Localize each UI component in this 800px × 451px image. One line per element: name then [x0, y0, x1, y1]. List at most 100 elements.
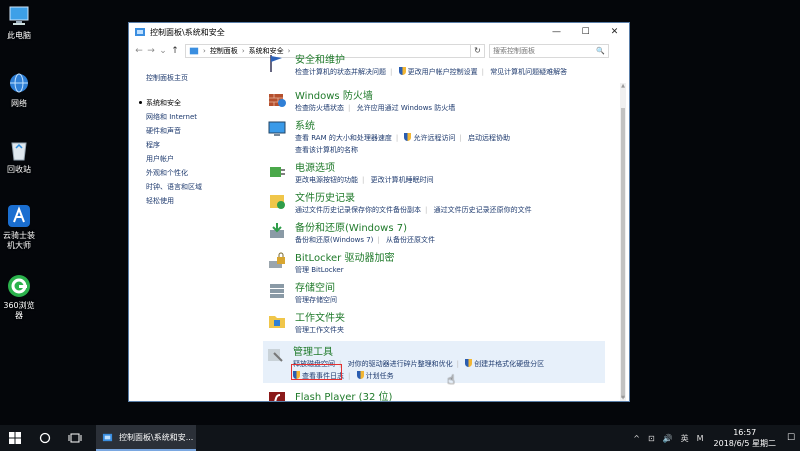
- desktop-icon-network[interactable]: 网络: [0, 72, 38, 109]
- knight-app-icon: [7, 204, 31, 228]
- show-hidden-icons-icon[interactable]: ^: [633, 434, 640, 443]
- nav-item-clock-region[interactable]: 时钟、语言和区域: [146, 180, 258, 194]
- cortana-button[interactable]: [30, 425, 60, 451]
- ime-icon[interactable]: M: [697, 434, 704, 443]
- title-bar[interactable]: 控制面板\系统和安全 — ☐ ✕: [129, 23, 629, 41]
- control-panel-window: 控制面板\系统和安全 — ☐ ✕ ← → ⌄ ↑ › 控制面板 › 系统和安全 …: [128, 22, 630, 402]
- nav-item-programs[interactable]: 程序: [146, 138, 258, 152]
- recent-dropdown-button[interactable]: ⌄: [157, 46, 169, 56]
- category-title[interactable]: 管理工具: [293, 343, 333, 358]
- category-title[interactable]: BitLocker 驱动器加密: [295, 249, 394, 264]
- file-history-icon: [270, 195, 285, 209]
- category-title[interactable]: Windows 防火墙: [295, 87, 373, 102]
- breadcrumb-control-panel[interactable]: 控制面板: [210, 46, 238, 56]
- highlight-box: [291, 364, 342, 380]
- nav-item-ease-of-access[interactable]: 轻松使用: [146, 194, 258, 208]
- task-view-button[interactable]: [60, 425, 90, 451]
- task-view-icon: [68, 433, 82, 443]
- link-check-status[interactable]: 检查计算机的状态并解决问题: [295, 66, 386, 78]
- nav-item-network-internet[interactable]: 网络和 Internet: [146, 110, 258, 124]
- start-button[interactable]: [0, 425, 30, 451]
- forward-button[interactable]: →: [145, 46, 157, 56]
- back-button[interactable]: ←: [133, 46, 145, 56]
- category-title[interactable]: 安全和维护: [295, 51, 345, 66]
- link-remote-assistance[interactable]: 启动远程协助: [468, 132, 510, 144]
- category-flash-player: Flash Player (32 位): [265, 386, 607, 401]
- hand-cursor-icon: ☝: [447, 373, 455, 388]
- link-defragment[interactable]: 对你的驱动器进行碎片整理和优化: [348, 358, 453, 370]
- taskbar-app-label: 控制面板\系统和安...: [119, 432, 194, 442]
- breadcrumb-separator: ›: [241, 47, 245, 55]
- link-allow-remote-access[interactable]: 允许远程访问: [404, 132, 455, 144]
- link-manage-bitlocker[interactable]: 管理 BitLocker: [295, 264, 344, 276]
- category-title[interactable]: 工作文件夹: [295, 309, 345, 324]
- admin-tools-icon: [268, 349, 283, 362]
- backup-icon: [270, 223, 284, 238]
- firewall-icon: [269, 94, 286, 107]
- taskbar-app-control-panel[interactable]: 控制面板\系统和安...: [96, 425, 196, 451]
- left-navigation-pane: 控制面板主页 系统和安全 网络和 Internet 硬件和声音 程序 用户帐户 …: [139, 73, 258, 208]
- work-folders-icon: [269, 316, 285, 328]
- link-backup-restore[interactable]: 备份和还原(Windows 7): [295, 234, 373, 246]
- control-panel-icon: [135, 28, 145, 36]
- desktop-icon-recycle-bin[interactable]: 回收站: [0, 138, 38, 175]
- link-uac-settings[interactable]: 更改用户帐户控制设置: [399, 66, 478, 78]
- maximize-button[interactable]: ☐: [571, 23, 600, 41]
- link-allow-app-firewall[interactable]: 允许应用通过 Windows 防火墙: [357, 102, 456, 114]
- category-title[interactable]: Flash Player (32 位): [295, 388, 392, 401]
- desktop-icon-label: 此电脑: [7, 31, 31, 40]
- clock[interactable]: 16:57 2018/6/5 星期二: [714, 427, 776, 449]
- nav-item-system-security[interactable]: 系统和安全: [139, 96, 258, 110]
- 360-browser-icon: [7, 274, 31, 298]
- link-power-button[interactable]: 更改电源按钮的功能: [295, 174, 358, 186]
- nav-item-user-accounts[interactable]: 用户帐户: [146, 152, 258, 166]
- link-restore-from-backup[interactable]: 从备份还原文件: [386, 234, 435, 246]
- nav-item-appearance[interactable]: 外观和个性化: [146, 166, 258, 180]
- category-title[interactable]: 电源选项: [295, 159, 335, 174]
- minimize-button[interactable]: —: [542, 23, 571, 41]
- link-task-scheduler[interactable]: 计划任务: [357, 370, 394, 382]
- input-language[interactable]: 英: [681, 433, 689, 444]
- category-title[interactable]: 系统: [295, 117, 315, 132]
- vertical-scrollbar[interactable]: ▲ ▼: [620, 83, 626, 401]
- link-create-partitions[interactable]: 创建并格式化硬盘分区: [465, 358, 544, 370]
- window-title: 控制面板\系统和安全: [150, 27, 225, 37]
- category-title[interactable]: 文件历史记录: [295, 189, 355, 204]
- computer-icon: [7, 4, 31, 28]
- desktop-icon-label: 回收站: [7, 165, 31, 174]
- desktop-icon-360-browser[interactable]: 360浏览器: [0, 274, 38, 321]
- scroll-up-icon[interactable]: ▲: [620, 83, 626, 89]
- link-manage-storage-spaces[interactable]: 管理存储空间: [295, 294, 337, 306]
- link-sleep-time[interactable]: 更改计算机睡眠时间: [371, 174, 434, 186]
- link-view-ram-cpu[interactable]: 查看 RAM 的大小和处理器速度: [295, 132, 392, 144]
- up-button[interactable]: ↑: [169, 46, 181, 56]
- category-system: 系统 查看 RAM 的大小和处理器速度 | 允许远程访问 | 启动远程协助 查看该计…: [265, 115, 607, 155]
- control-panel-icon: [189, 47, 199, 55]
- scrollbar-thumb[interactable]: [621, 108, 625, 398]
- link-computer-name[interactable]: 查看该计算机的名称: [295, 144, 358, 156]
- desktop-icon-label: 云骑士装机大师: [3, 231, 35, 250]
- recycle-bin-icon: [7, 138, 31, 162]
- flag-icon: [270, 55, 282, 72]
- close-button[interactable]: ✕: [600, 23, 629, 41]
- system-icon: [268, 121, 286, 136]
- desktop-icon-label: 网络: [11, 99, 27, 108]
- network-tray-icon[interactable]: ⊡: [648, 434, 655, 443]
- desktop-icon-knight-installer[interactable]: 云骑士装机大师: [0, 204, 38, 251]
- scroll-down-icon[interactable]: ▼: [620, 395, 626, 401]
- desktop-icon-label: 360浏览器: [3, 301, 35, 320]
- link-manage-work-folders[interactable]: 管理工作文件夹: [295, 324, 344, 336]
- clock-time: 16:57: [733, 428, 757, 437]
- category-title[interactable]: 备份和还原(Windows 7): [295, 219, 407, 234]
- category-list: 安全和维护 检查计算机的状态并解决问题 | 更改用户帐户控制设置 | 常见计算机问题…: [263, 55, 615, 401]
- notification-center-icon[interactable]: ☐: [782, 425, 800, 451]
- volume-icon[interactable]: 🔊: [663, 434, 673, 443]
- nav-item-hardware-sound[interactable]: 硬件和声音: [146, 124, 258, 138]
- link-file-history-restore[interactable]: 通过文件历史记录还原你的文件: [434, 204, 532, 216]
- link-firewall-status[interactable]: 检查防火墙状态: [295, 102, 344, 114]
- category-title[interactable]: 存储空间: [295, 279, 335, 294]
- desktop-icon-this-pc[interactable]: 此电脑: [0, 4, 38, 41]
- link-file-history-backup[interactable]: 通过文件历史记录保存你的文件备份副本: [295, 204, 421, 216]
- control-panel-home-link[interactable]: 控制面板主页: [146, 73, 258, 83]
- link-troubleshoot[interactable]: 常见计算机问题疑难解答: [490, 66, 567, 78]
